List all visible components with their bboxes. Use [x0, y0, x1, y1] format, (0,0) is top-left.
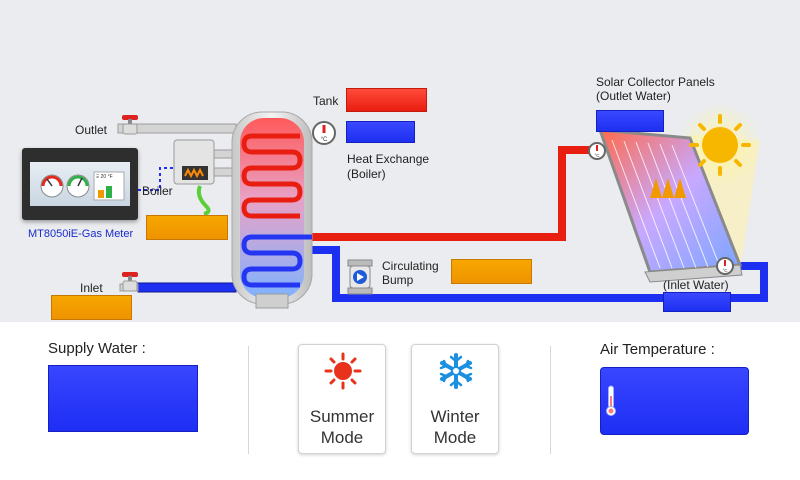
supply-water-label: Supply Water :	[48, 340, 146, 357]
svg-text:°C: °C	[722, 268, 728, 273]
solar-outlet-gauge-icon: °C	[588, 142, 606, 160]
tank-value-field[interactable]	[346, 88, 427, 112]
thermometer-icon	[606, 385, 616, 416]
solar-sublabel: (Outlet Water)	[596, 89, 671, 103]
device-label: MT8050iE-Gas Meter	[28, 228, 134, 240]
inlet-label: Inlet	[80, 281, 103, 295]
air-temperature-field[interactable]	[600, 367, 749, 435]
winter-mode-line2: Mode	[433, 428, 477, 447]
boiler-value-field[interactable]	[146, 215, 228, 240]
hmi-gauges	[40, 171, 125, 201]
divider-left	[248, 346, 249, 454]
inlet-water-label: (Inlet Water)	[663, 278, 729, 292]
summer-mode-line1: Summer	[309, 407, 375, 426]
inlet-pipe	[137, 282, 237, 293]
pump-icon[interactable]	[346, 258, 374, 298]
summer-mode-button[interactable]: Summer Mode	[298, 344, 386, 454]
svg-text:°C: °C	[594, 153, 600, 158]
hmi-device[interactable]: Ξ 20 °F	[22, 148, 138, 220]
system-diagram: °C °C °C Ξ 20 °F Outlet Boiler Inlet MT8…	[0, 0, 800, 322]
snowflake-icon	[439, 353, 473, 389]
heat-arrows	[650, 178, 686, 198]
inlet-value-field[interactable]	[51, 295, 132, 320]
air-temperature-label: Air Temperature :	[600, 341, 715, 358]
heat-exchange-sublabel: (Boiler)	[347, 167, 386, 181]
tank-temperature-gauge-icon: °C	[312, 121, 336, 145]
solar-inlet-gauge-icon: °C	[716, 257, 734, 275]
outlet-label: Outlet	[75, 123, 108, 137]
circulating-sublabel: Bump	[382, 273, 414, 287]
tank-label: Tank	[313, 94, 339, 108]
circulating-pump-value-field[interactable]	[451, 259, 532, 284]
heat-exchange-value-field[interactable]	[346, 121, 415, 143]
hmi-screen-readout: Ξ 20 °F	[96, 174, 113, 180]
heat-exchange-label: Heat Exchange	[347, 152, 430, 166]
divider-right	[550, 346, 551, 454]
solar-outlet-value-field[interactable]	[596, 110, 664, 132]
solar-label: Solar Collector Panels	[596, 75, 715, 89]
inlet-valve-icon[interactable]	[120, 270, 140, 292]
supply-water-field[interactable]	[48, 365, 198, 432]
sun-icon	[324, 352, 362, 390]
hmi-screen: Ξ 20 °F	[30, 162, 130, 206]
winter-mode-line1: Winter	[430, 407, 480, 426]
svg-text:°C: °C	[321, 137, 328, 143]
boiler-label: Boiler	[142, 184, 173, 198]
outlet-valve-icon[interactable]	[120, 113, 140, 135]
solar-inlet-value-field[interactable]	[663, 292, 731, 312]
summer-mode-line2: Mode	[320, 428, 364, 447]
winter-mode-button[interactable]: Winter Mode	[411, 344, 499, 454]
circulating-label: Circulating	[382, 259, 439, 273]
